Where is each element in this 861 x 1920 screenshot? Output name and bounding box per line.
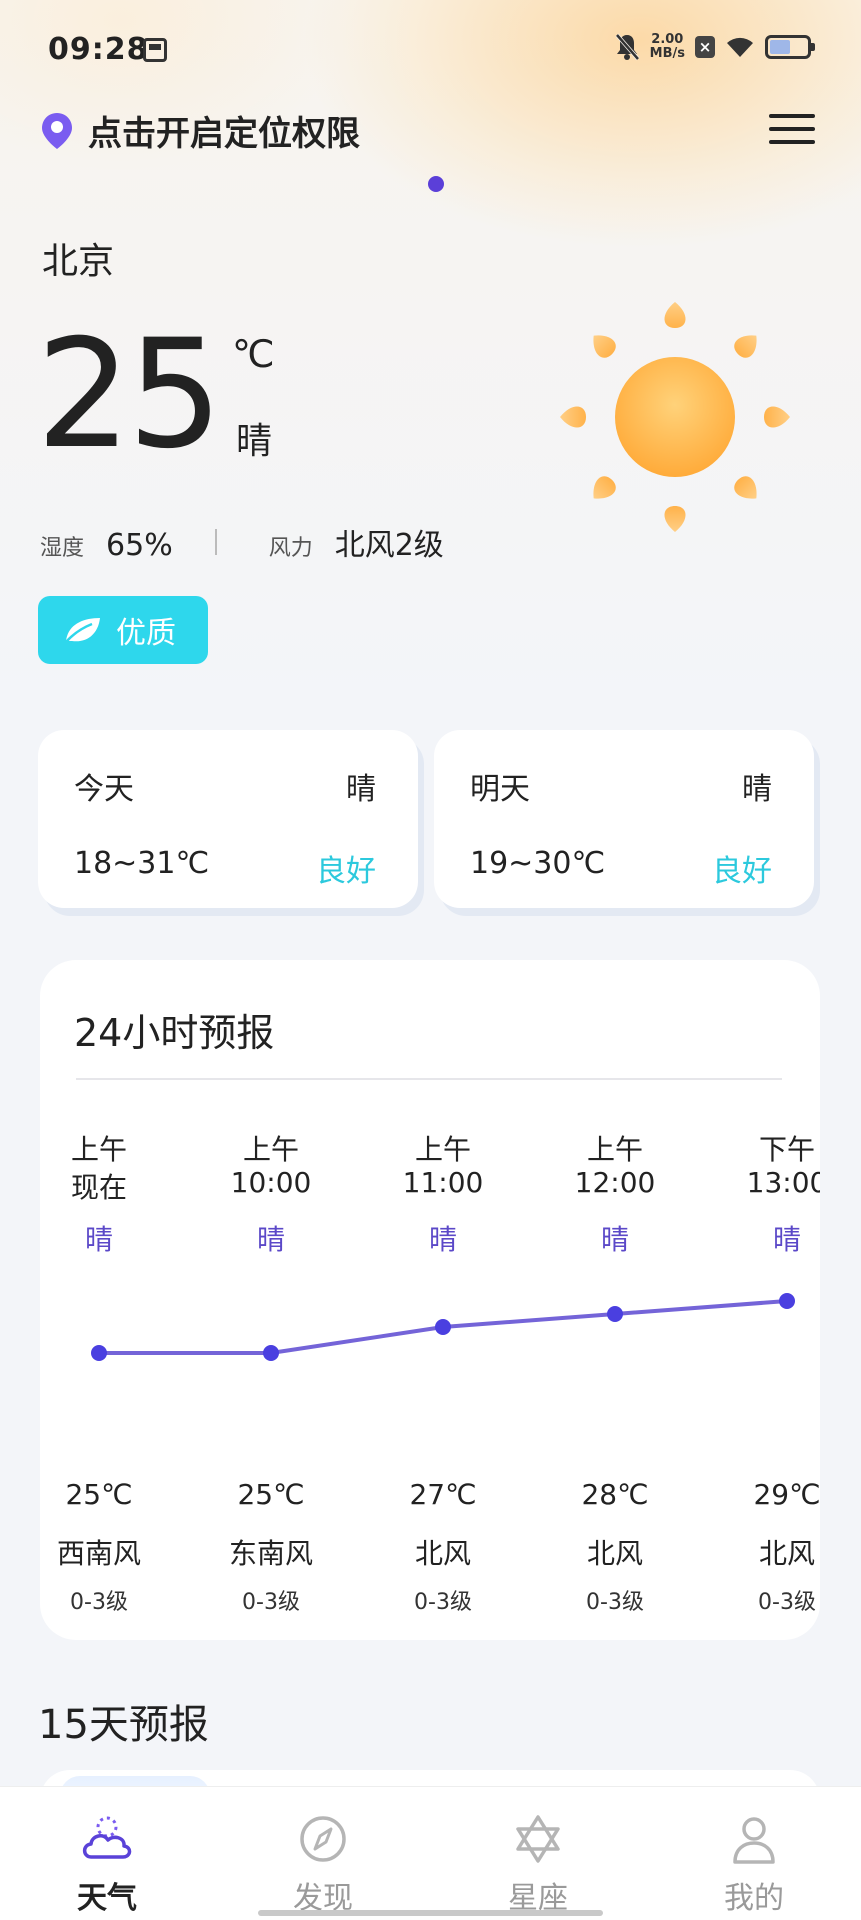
location-pin-icon xyxy=(42,112,72,149)
battery-level xyxy=(770,40,790,54)
hour-wind-direction: 西南风 xyxy=(56,1537,141,1570)
leaf-icon xyxy=(65,618,100,643)
current-condition: 晴 xyxy=(236,421,273,462)
air-quality-label: 优质 xyxy=(116,616,176,651)
hour-condition: 晴 xyxy=(84,1223,113,1256)
wind-label: 风力 xyxy=(268,536,313,561)
current-temperature: 25 xyxy=(36,308,223,482)
hour-temperature: 25℃ xyxy=(65,1478,133,1511)
tomorrow-card[interactable]: 明天 晴 19~30℃ 良好 xyxy=(434,730,814,908)
wind-value: 北风2级 xyxy=(334,528,444,563)
page-indicator-dot xyxy=(428,176,444,192)
mute-bell-icon xyxy=(614,32,640,62)
hour-condition: 晴 xyxy=(772,1223,801,1256)
network-speed-value: 2.00 xyxy=(651,32,684,47)
hourly-forecast-card[interactable]: 24小时预报 上午 现在晴 25℃ 西南风 0-3级 上午 10:00 晴 25℃ 东南风 0-3级… xyxy=(40,960,820,1640)
hour-time: 11:00 xyxy=(402,1166,484,1199)
sun-icon xyxy=(560,302,790,532)
hamburger-menu-icon[interactable] xyxy=(769,114,815,146)
separator xyxy=(214,529,217,555)
forecast-15-title: 15天预报 xyxy=(38,1702,209,1748)
hour-wind-level: 0-3级 xyxy=(586,1590,644,1615)
hour-condition: 晴 xyxy=(600,1223,629,1256)
hour-ampm: 下午 xyxy=(758,1133,815,1166)
tab-label: 我的 xyxy=(724,1881,784,1916)
hour-wind-level: 0-3级 xyxy=(758,1590,816,1615)
day-air-quality: 良好 xyxy=(316,854,376,889)
day-temp-range: 19~30℃ xyxy=(470,846,606,881)
hour-condition: 晴 xyxy=(428,1223,457,1256)
hour-wind-level: 0-3级 xyxy=(70,1590,128,1615)
hour-time: 10:00 xyxy=(230,1166,312,1199)
hour-ampm: 上午 xyxy=(70,1133,127,1166)
hour-ampm: 上午 xyxy=(586,1133,643,1166)
temperature-point xyxy=(91,1345,107,1361)
no-sim-icon: × xyxy=(695,36,715,58)
tab-weather[interactable]: 天气 xyxy=(37,1809,177,1917)
tab-discover[interactable]: 发现 xyxy=(253,1809,393,1917)
location-permission-prompt[interactable]: 点击开启定位权限 xyxy=(40,106,360,155)
today-card[interactable]: 今天 晴 18~31℃ 良好 xyxy=(38,730,418,908)
hour-wind-direction: 北风 xyxy=(414,1537,471,1570)
day-air-quality: 良好 xyxy=(712,854,772,889)
temperature-point xyxy=(779,1293,795,1309)
tab-label: 天气 xyxy=(77,1881,137,1916)
compass-icon xyxy=(300,1816,346,1862)
tab-profile[interactable]: 我的 xyxy=(684,1809,824,1917)
hour-temperature: 28℃ xyxy=(581,1478,649,1511)
hour-time: 12:00 xyxy=(574,1166,656,1199)
current-details: 湿度 65% 风力 北风2级 xyxy=(40,520,444,564)
battery-icon xyxy=(765,35,815,59)
day-name: 今天 xyxy=(74,772,134,807)
user-profile-icon xyxy=(733,1817,775,1864)
temperature-unit: ℃ xyxy=(232,332,275,376)
clock: 09:28 xyxy=(48,32,149,67)
hour-ampm: 上午 xyxy=(242,1133,299,1166)
day-condition: 晴 xyxy=(742,772,772,807)
day-name: 明天 xyxy=(470,772,530,807)
air-quality-badge[interactable]: 优质 xyxy=(38,596,208,664)
wifi-icon xyxy=(725,35,755,59)
hour-wind-level: 0-3级 xyxy=(242,1590,300,1615)
city-name: 北京 xyxy=(42,241,115,282)
hour-wind-direction: 北风 xyxy=(586,1537,643,1570)
tab-horoscope[interactable]: 星座 xyxy=(468,1809,608,1917)
hour-time: 13:00 xyxy=(746,1166,820,1199)
hour-ampm: 上午 xyxy=(414,1133,471,1166)
humidity-label: 湿度 xyxy=(40,536,85,561)
bottom-tab-bar: 天气 发现 星座 我的 xyxy=(0,1786,861,1920)
hour-wind-level: 0-3级 xyxy=(414,1590,472,1615)
cloud-weather-icon xyxy=(82,1816,132,1859)
hour-wind-direction: 东南风 xyxy=(228,1537,313,1570)
humidity-value: 65% xyxy=(106,528,173,563)
hour-condition: 晴 xyxy=(256,1223,285,1256)
day-temp-range: 18~31℃ xyxy=(74,846,210,881)
location-prompt-text: 点击开启定位权限 xyxy=(88,114,360,154)
notification-icon xyxy=(143,38,167,62)
status-bar: 09:28 2.00 MB/s × xyxy=(0,0,861,100)
network-speed: 2.00 MB/s xyxy=(650,33,685,61)
temperature-point xyxy=(435,1319,451,1335)
day-condition: 晴 xyxy=(346,772,376,807)
hour-time: 现在 xyxy=(70,1171,127,1204)
hour-temperature: 25℃ xyxy=(237,1478,305,1511)
hour-temperature: 29℃ xyxy=(753,1478,820,1511)
star-of-david-icon xyxy=(516,1815,560,1863)
hour-wind-direction: 北风 xyxy=(758,1537,815,1570)
hour-temperature: 27℃ xyxy=(409,1478,477,1511)
temperature-point xyxy=(607,1306,623,1322)
network-speed-unit: MB/s xyxy=(649,46,685,61)
temperature-point xyxy=(263,1345,279,1361)
home-indicator xyxy=(258,1910,603,1916)
